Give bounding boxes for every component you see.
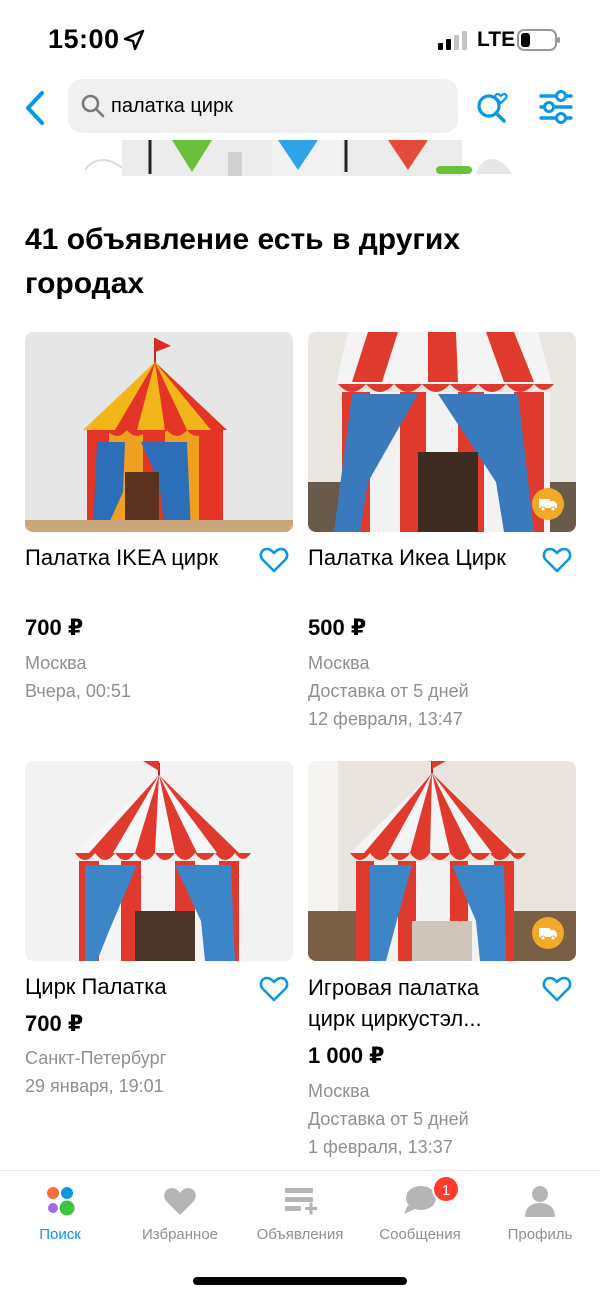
network-label: LTE [477, 28, 516, 51]
banner-illustration [84, 140, 512, 176]
heart-icon [164, 1188, 196, 1215]
listing-city: Москва [25, 653, 87, 673]
battery-icon [517, 29, 560, 51]
listing-photo[interactable] [25, 761, 293, 961]
listing-title[interactable]: Цирк Палатка [25, 971, 255, 1002]
favorite-heart-icon[interactable] [542, 546, 572, 574]
listing-title[interactable]: Палатка IKEA цирк [25, 542, 255, 573]
listing-date: Вчера, 00:51 [25, 681, 131, 701]
search-icon [81, 94, 105, 118]
tab-label: Объявления [256, 1226, 344, 1243]
search-input[interactable] [111, 79, 441, 133]
listing-card[interactable]: Игровая палатка цирк циркустэл... 1 000 … [308, 761, 576, 1157]
favorite-heart-icon[interactable] [259, 975, 289, 1003]
listing-date: 12 февраля, 13:47 [308, 709, 463, 729]
profile-icon [525, 1186, 555, 1217]
status-bar: 15:00 LTE [0, 0, 600, 80]
status-time: 15:00 [48, 24, 120, 54]
listing-photo[interactable] [308, 332, 576, 532]
listing-city: Санкт-Петербург [25, 1048, 167, 1068]
tab-search[interactable]: Поиск [0, 1181, 120, 1251]
listing-city: Москва [308, 653, 370, 673]
tab-messages[interactable]: 1 Сообщения [360, 1175, 480, 1251]
listing-delivery: Доставка от 5 дней [308, 681, 469, 701]
listing-delivery: Доставка от 5 дней [308, 1109, 469, 1129]
search-field[interactable] [68, 79, 458, 133]
search-dots-icon [47, 1187, 75, 1216]
tab-label: Профиль [507, 1226, 573, 1243]
save-search-icon[interactable] [474, 86, 514, 126]
signal-icon [438, 31, 467, 50]
tab-label: Поиск [39, 1226, 81, 1243]
location-arrow-icon [123, 29, 145, 51]
tab-favorites[interactable]: Избранное [120, 1181, 240, 1251]
listing-photo[interactable] [25, 332, 293, 532]
home-indicator[interactable] [193, 1277, 407, 1285]
listing-card[interactable]: Палатка Икеа Цирк 500 ₽ Москва Доставка … [308, 332, 576, 729]
listing-date: 29 января, 19:01 [25, 1076, 164, 1096]
listing-title[interactable]: Игровая палатка цирк циркустэл... [308, 972, 528, 1034]
listing-title[interactable]: Палатка Икеа Цирк [308, 542, 538, 573]
listing-price: 700 ₽ [25, 1011, 84, 1036]
section-title: 41 объявление есть в других городах [25, 223, 461, 300]
listing-photo[interactable] [308, 761, 576, 961]
listing-price: 500 ₽ [308, 615, 367, 640]
listing-card[interactable]: Цирк Палатка 700 ₽ Санкт-Петербург 29 ян… [25, 761, 293, 1096]
listing-city: Москва [308, 1081, 370, 1101]
listing-price: 700 ₽ [25, 615, 84, 640]
delivery-truck-icon [532, 488, 564, 520]
listing-price: 1 000 ₽ [308, 1043, 385, 1068]
unread-badge: 1 [432, 1175, 460, 1203]
back-button[interactable] [18, 88, 54, 128]
listing-card[interactable]: Палатка IKEA цирк 700 ₽ Москва Вчера, 00… [25, 332, 293, 701]
favorite-heart-icon[interactable] [259, 546, 289, 574]
delivery-truck-icon [532, 917, 564, 949]
filter-icon[interactable] [538, 90, 574, 124]
listings-icon [285, 1188, 317, 1215]
tab-listings[interactable]: Объявления [240, 1181, 360, 1251]
favorite-heart-icon[interactable] [542, 975, 572, 1003]
tab-label: Избранное [141, 1226, 219, 1243]
tab-label: Сообщения [379, 1226, 461, 1243]
listing-date: 1 февраля, 13:37 [308, 1137, 453, 1157]
tab-profile[interactable]: Профиль [480, 1181, 600, 1251]
